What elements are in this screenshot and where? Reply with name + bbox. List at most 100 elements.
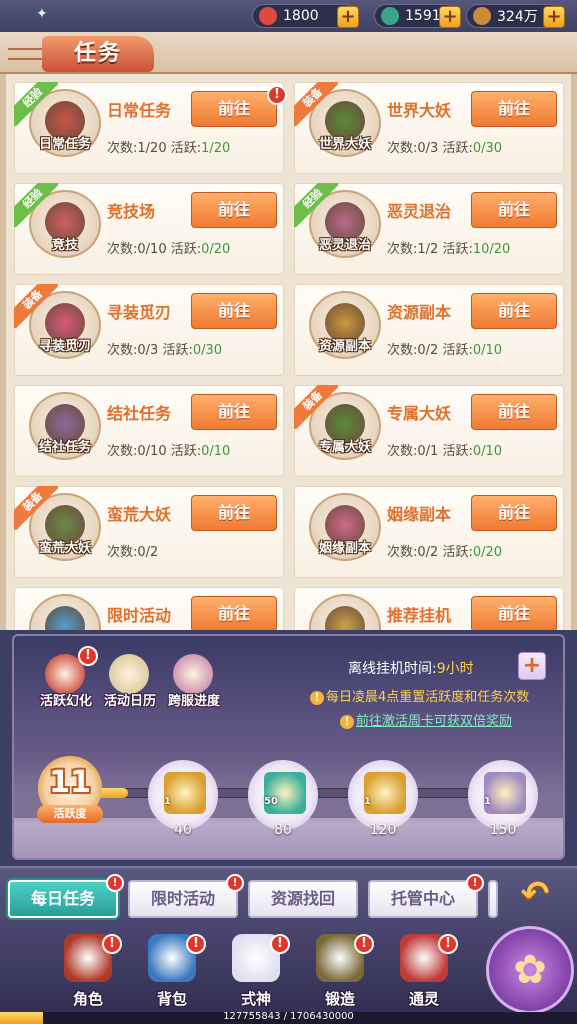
goto-button[interactable]: 前往 — [191, 293, 277, 329]
goto-button[interactable]: 前往 — [191, 394, 277, 430]
reward-chest[interactable]: 1 — [468, 760, 538, 830]
panel-shortcut[interactable]: 活动日历 — [98, 652, 160, 714]
activity-points-value: 11 — [49, 765, 91, 800]
times-value: 0/3 — [137, 343, 159, 358]
goto-button[interactable]: 前往 — [471, 91, 557, 127]
reward-chest[interactable]: 1 — [348, 760, 418, 830]
goto-button[interactable]: 前往 — [191, 91, 277, 127]
add-currency-button[interactable]: + — [337, 6, 359, 28]
nav-item[interactable]: 背包! — [136, 930, 208, 1012]
task-card: 结社任务 结社任务 前往 次数:0/10 活跃:0/10 — [14, 385, 284, 477]
goto-button[interactable]: 前往 — [191, 192, 277, 228]
tab-2[interactable]: 资源找回 — [248, 880, 358, 918]
active-label: 活跃: — [442, 343, 473, 358]
reward-threshold: 120 — [369, 822, 397, 838]
task-icon-label: 日常任务 — [38, 137, 91, 152]
task-card: 专属大妖 装备 专属大妖 前往 次数:0/1 活跃:0/10 — [294, 385, 564, 477]
task-portrait — [325, 606, 365, 630]
task-name: 竞技场 — [107, 202, 156, 221]
add-currency-button[interactable]: + — [543, 6, 565, 28]
goto-button[interactable]: 前往 — [471, 192, 557, 228]
times-label: 次数: — [387, 444, 418, 459]
active-value: 1/20 — [201, 141, 231, 156]
task-icon — [309, 594, 381, 630]
reward-chest[interactable]: 1 — [148, 760, 218, 830]
times-label: 次数: — [387, 141, 418, 156]
add-currency-button[interactable]: + — [439, 6, 461, 28]
tab-1[interactable]: 限时活动! — [128, 874, 244, 918]
task-list[interactable]: 日常任务 经验 日常任务 前往! 次数:1/20 活跃:1/20 世界大妖 装备 世界大妖 前往… — [0, 74, 577, 630]
task-ribbon: 经验 — [14, 183, 58, 227]
offline-time-value: 9小时 — [436, 661, 474, 677]
goto-button[interactable]: 前往 — [471, 596, 557, 630]
task-card: 恶灵退治 经验 恶灵退治 前往 次数:1/2 活跃:10/20 — [294, 183, 564, 275]
active-label: 活跃: — [170, 444, 202, 459]
notification-badge: ! — [267, 85, 287, 105]
activity-points-badge: 11 活跃度 — [37, 756, 103, 823]
nav-item[interactable]: 角色! — [52, 930, 124, 1012]
weekly-card-link[interactable]: ! 前往激活周卡可获双倍奖励 — [340, 710, 512, 729]
task-portrait — [45, 606, 85, 630]
task-name: 寻装觅刃 — [107, 303, 172, 322]
jade-locked-icon — [264, 772, 306, 814]
times-label: 次数: — [387, 343, 418, 358]
task-card: 寻装觅刃 装备 寻装觅刃 前往 次数:0/3 活跃:0/30 — [14, 284, 284, 376]
task-name: 世界大妖 — [387, 101, 452, 120]
task-stats: 次数:0/10 活跃:0/10 — [107, 440, 230, 459]
tab-overflow[interactable] — [488, 880, 498, 918]
task-ribbon: 装备 — [294, 385, 338, 429]
nav-item[interactable]: 通灵! — [388, 930, 460, 1012]
task-icon-label: 竞技 — [51, 238, 78, 253]
reward-threshold: 150 — [489, 822, 517, 838]
goto-button[interactable]: 前往 — [191, 495, 277, 531]
notification-badge: ! — [102, 934, 122, 954]
offline-time: 离线挂机时间:9小时 — [348, 661, 474, 677]
times-value: 0/2 — [137, 545, 159, 560]
goto-button[interactable]: 前往 — [471, 394, 557, 430]
goto-button[interactable]: 前往 — [471, 495, 557, 531]
task-icon-label: 姻缘副本 — [318, 541, 371, 556]
nav-item[interactable]: 锻造! — [304, 930, 376, 1012]
task-name: 限时活动 — [107, 606, 172, 625]
main-menu-button[interactable]: ✿ — [486, 926, 574, 1014]
tab-0[interactable]: 每日任务! — [8, 874, 124, 918]
task-name: 日常任务 — [107, 101, 172, 120]
task-card: 姻缘副本 姻缘副本 前往 次数:0/2 活跃:0/20 — [294, 486, 564, 578]
ribbon-label: 装备 — [294, 82, 338, 126]
times-label: 次数: — [107, 343, 138, 358]
active-value: 10/20 — [472, 242, 511, 257]
activity-panel: 离线挂机时间:9小时 + ! 每日凌晨4点重置活跃度和任务次数 ! 前往激活周卡可获… — [12, 634, 565, 860]
coin-bag-icon — [364, 772, 406, 814]
add-offline-time-button[interactable]: + — [518, 652, 546, 680]
times-value: 0/2 — [417, 343, 439, 358]
task-card: 推荐挂机 前往 — [294, 587, 564, 630]
panel-shortcut[interactable]: 跨服进度 — [162, 652, 224, 714]
reward-threshold: 40 — [174, 822, 192, 838]
active-label: 活跃: — [162, 343, 193, 358]
reward-chest[interactable]: 50 — [248, 760, 318, 830]
times-label: 次数: — [107, 444, 138, 459]
task-name: 恶灵退治 — [387, 202, 452, 221]
nav-item[interactable]: 式神! — [220, 930, 292, 1012]
reward-count: 1 — [164, 796, 171, 807]
times-value: 0/10 — [137, 444, 167, 459]
currency-stamina: 1591 + — [374, 4, 461, 28]
active-value: 0/30 — [192, 343, 223, 358]
activity-points-label: 活跃度 — [37, 805, 103, 823]
goto-button[interactable]: 前往 — [471, 293, 557, 329]
active-value: 0/10 — [472, 444, 503, 459]
panel-shortcut[interactable]: 活跃幻化! — [34, 646, 98, 714]
ribbon-label: 经验 — [14, 183, 58, 227]
times-label: 次数: — [107, 242, 138, 257]
task-stats: 次数:1/20 活跃:1/20 — [107, 137, 230, 156]
task-stats: 次数:0/1 活跃:0/10 — [387, 440, 502, 459]
task-icon-label: 蛮荒大妖 — [38, 541, 91, 556]
back-button[interactable]: ↶ — [510, 876, 560, 916]
tab-3[interactable]: 托管中心! — [368, 874, 484, 918]
reward-count: 1 — [364, 796, 371, 807]
task-name: 姻缘副本 — [387, 505, 452, 524]
times-value: 1/2 — [417, 242, 439, 257]
reward-threshold: 80 — [274, 822, 292, 838]
active-label: 活跃: — [442, 141, 473, 156]
goto-button[interactable]: 前往 — [191, 596, 277, 630]
